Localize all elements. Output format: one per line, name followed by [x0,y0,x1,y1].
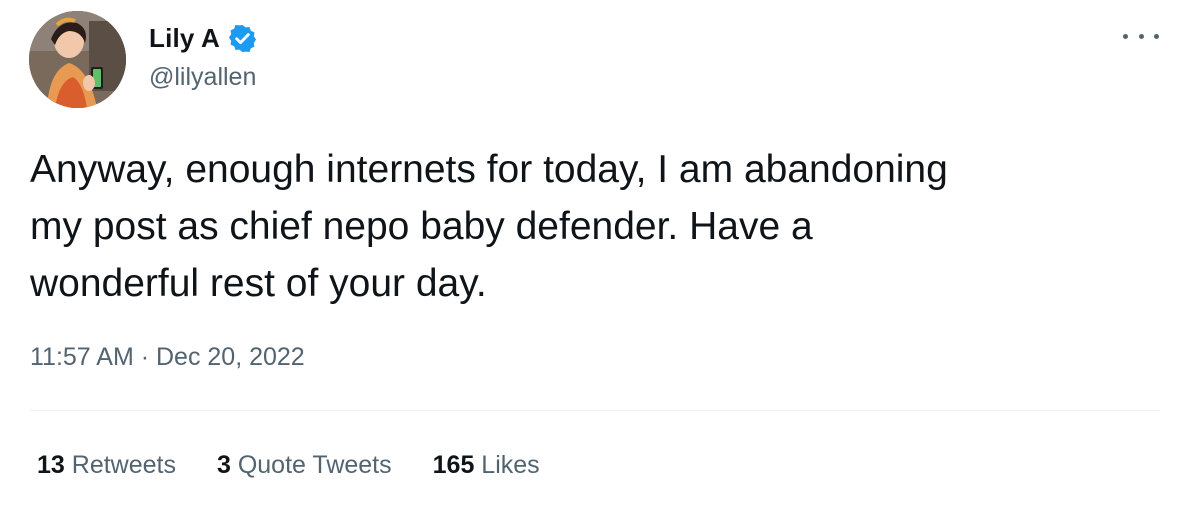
name-row: Lily A [149,20,258,56]
avatar[interactable] [29,11,126,108]
user-handle[interactable]: @lilyallen [149,63,258,92]
avatar-photo [29,11,126,108]
more-dot [1123,33,1128,39]
more-dot [1138,33,1144,39]
retweets-label: Retweets [64,451,176,479]
likes-label: Likes [474,451,540,479]
retweets-count: 13 [37,451,65,479]
more-options-icon[interactable] [1123,24,1159,48]
quote-tweets-count: 3 [216,451,231,479]
divider [30,410,1160,411]
retweets-stat[interactable]: 13 Retweets [37,451,176,480]
more-dot [1154,33,1159,39]
display-name[interactable]: Lily A [149,23,220,54]
engagement-stats: 13 Retweets 3 Quote Tweets 165 Likes [37,451,581,480]
tweet-timestamp[interactable]: 11:57 AM · Dec 20, 2022 [30,343,305,372]
quote-tweets-stat[interactable]: 3 Quote Tweets [217,451,392,480]
verified-badge-icon [227,23,258,54]
likes-stat[interactable]: 165 Likes [433,451,540,480]
quote-tweets-label: Quote Tweets [230,451,392,479]
tweet-card: Lily A @lilyallen Anyway, enough interne… [0,0,1187,515]
user-info: Lily A @lilyallen [149,20,258,92]
tweet-text: Anyway, enough internets for today, I am… [30,148,948,305]
likes-count: 165 [432,451,475,479]
